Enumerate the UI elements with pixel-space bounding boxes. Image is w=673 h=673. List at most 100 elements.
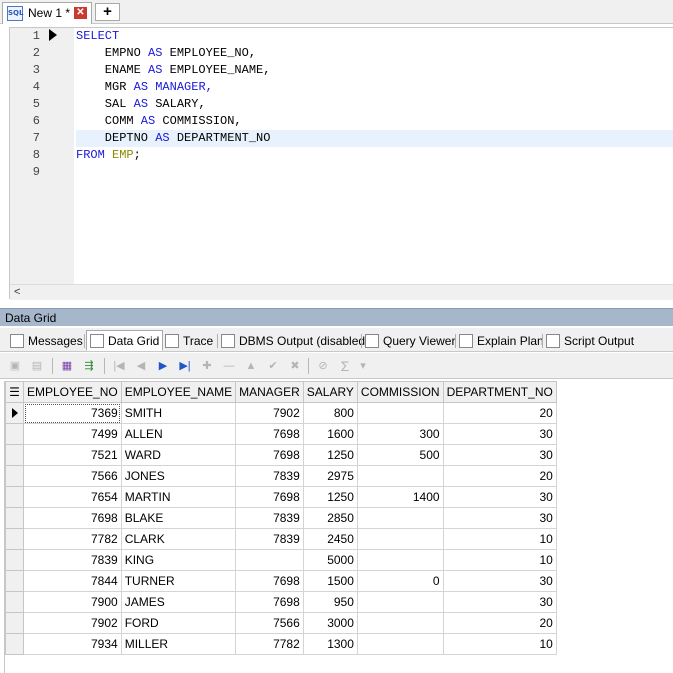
- row-selector[interactable]: [5, 549, 24, 571]
- grid-cell[interactable]: 30: [442, 423, 557, 445]
- grid-cell[interactable]: 30: [442, 570, 557, 592]
- column-header-employee-name[interactable]: EMPLOYEE_NAME: [120, 381, 237, 403]
- refresh-icon[interactable]: ⊘: [314, 357, 332, 375]
- grid-options-icon[interactable]: ▦: [58, 357, 76, 375]
- column-header-commission[interactable]: COMMISSION: [356, 381, 444, 403]
- table-row[interactable]: 7934 MILLER 7782 1300 10: [5, 633, 557, 655]
- table-row[interactable]: 7902 FORD 7566 3000 20: [5, 612, 557, 634]
- grid-cell[interactable]: 2850: [302, 507, 358, 529]
- grid-cell[interactable]: [356, 633, 444, 655]
- grid-cell[interactable]: MILLER: [120, 633, 237, 655]
- close-icon[interactable]: ✕: [74, 7, 87, 19]
- grid-cell[interactable]: 500: [356, 444, 444, 466]
- grid-corner-icon[interactable]: ☰: [5, 381, 24, 403]
- column-header-salary[interactable]: SALARY: [302, 381, 358, 403]
- grid-cell[interactable]: 1500: [302, 570, 358, 592]
- row-selector[interactable]: [5, 465, 24, 487]
- grid-cell[interactable]: 10: [442, 549, 557, 571]
- column-header-employee-no[interactable]: EMPLOYEE_NO: [23, 381, 122, 403]
- grid-cell[interactable]: 30: [442, 486, 557, 508]
- grid-cell[interactable]: 7698: [235, 570, 304, 592]
- tab-messages[interactable]: Messages: [10, 331, 83, 352]
- grid-cell[interactable]: [356, 549, 444, 571]
- grid-cell[interactable]: 3000: [302, 612, 358, 634]
- scroll-left-icon[interactable]: <: [14, 285, 20, 300]
- horizontal-scrollbar[interactable]: <: [10, 284, 673, 300]
- grid-cell[interactable]: 7499: [23, 423, 122, 445]
- grid-cell[interactable]: 950: [302, 591, 358, 613]
- grid-cell[interactable]: 7934: [23, 633, 122, 655]
- row-selector[interactable]: [5, 507, 24, 529]
- tab-script-output[interactable]: Script Output: [546, 331, 634, 352]
- grid-cell[interactable]: 1250: [302, 486, 358, 508]
- grid-cell[interactable]: 1250: [302, 444, 358, 466]
- grid-cell[interactable]: 7698: [235, 591, 304, 613]
- grid-cell[interactable]: SMITH: [120, 402, 237, 424]
- grid-cell[interactable]: 1300: [302, 633, 358, 655]
- grid-cell[interactable]: 7566: [23, 465, 122, 487]
- row-selector[interactable]: [5, 423, 24, 445]
- table-row[interactable]: 7521 WARD 7698 1250 500 30: [5, 444, 557, 466]
- table-row[interactable]: 7566 JONES 7839 2975 20: [5, 465, 557, 487]
- grid-cell[interactable]: [235, 549, 304, 571]
- grid-cell[interactable]: 2975: [302, 465, 358, 487]
- row-selector[interactable]: [5, 591, 24, 613]
- prior-record-icon[interactable]: ◀: [132, 357, 150, 375]
- grid-cell[interactable]: FORD: [120, 612, 237, 634]
- grid-cell[interactable]: 20: [442, 612, 557, 634]
- grid-cell[interactable]: 7900: [23, 591, 122, 613]
- grid-cell[interactable]: 300: [356, 423, 444, 445]
- last-record-icon[interactable]: ▶|: [176, 357, 194, 375]
- grid-cell[interactable]: 7902: [23, 612, 122, 634]
- grid-cell[interactable]: 7566: [235, 612, 304, 634]
- grid-cell[interactable]: 1400: [356, 486, 444, 508]
- grid-cell[interactable]: 30: [442, 591, 557, 613]
- edit-record-icon[interactable]: ▲: [242, 357, 260, 375]
- grid-cell[interactable]: ALLEN: [120, 423, 237, 445]
- row-selector[interactable]: [5, 570, 24, 592]
- tab-data-grid[interactable]: Data Grid: [86, 330, 164, 351]
- grid-cell[interactable]: 10: [442, 528, 557, 550]
- grid-cell[interactable]: 7654: [23, 486, 122, 508]
- grid-cell[interactable]: JONES: [120, 465, 237, 487]
- tab-trace[interactable]: Trace: [165, 331, 213, 352]
- column-header-manager[interactable]: MANAGER: [235, 381, 304, 403]
- grid-cell[interactable]: MARTIN: [120, 486, 237, 508]
- save-icon[interactable]: ▣: [6, 357, 24, 375]
- post-edit-icon[interactable]: ✔: [264, 357, 282, 375]
- tab-new-1[interactable]: SQL New 1 * ✕: [2, 2, 92, 24]
- grid-cell[interactable]: [356, 465, 444, 487]
- row-selector[interactable]: [5, 528, 24, 550]
- table-row[interactable]: 7369 SMITH 7902 800 20: [5, 402, 557, 424]
- row-selector[interactable]: [5, 612, 24, 634]
- new-tab-button[interactable]: +: [95, 3, 120, 21]
- column-header-department-no[interactable]: DEPARTMENT_NO: [442, 381, 557, 403]
- grid-cell[interactable]: 20: [442, 465, 557, 487]
- grid-cell[interactable]: [356, 507, 444, 529]
- grid-cell[interactable]: 7782: [235, 633, 304, 655]
- delete-record-icon[interactable]: —: [220, 357, 238, 375]
- grid-cell[interactable]: 7839: [235, 528, 304, 550]
- tab-dbms-output[interactable]: DBMS Output (disabled): [221, 331, 369, 352]
- table-row[interactable]: 7654 MARTIN 7698 1250 1400 30: [5, 486, 557, 508]
- first-record-icon[interactable]: |◀: [110, 357, 128, 375]
- grid-cell[interactable]: 7839: [23, 549, 122, 571]
- grid-cell[interactable]: 7698: [235, 486, 304, 508]
- grid-cell[interactable]: 7782: [23, 528, 122, 550]
- cancel-edit-icon[interactable]: ✖: [286, 357, 304, 375]
- table-row[interactable]: 7844 TURNER 7698 1500 0 30: [5, 570, 557, 592]
- sum-icon[interactable]: Σ: [336, 357, 354, 375]
- grid-cell[interactable]: BLAKE: [120, 507, 237, 529]
- grid-cell[interactable]: TURNER: [120, 570, 237, 592]
- table-row[interactable]: 7900 JAMES 7698 950 30: [5, 591, 557, 613]
- grid-cell[interactable]: 7698: [235, 444, 304, 466]
- grid-cell[interactable]: 30: [442, 444, 557, 466]
- grid-cell[interactable]: 0: [356, 570, 444, 592]
- grid-cell[interactable]: 7839: [235, 465, 304, 487]
- grid-cell[interactable]: 7521: [23, 444, 122, 466]
- grid-cell[interactable]: [356, 591, 444, 613]
- grid-cell[interactable]: 7839: [235, 507, 304, 529]
- grid-cell[interactable]: 7902: [235, 402, 304, 424]
- row-selector[interactable]: [5, 486, 24, 508]
- grid-cell[interactable]: JAMES: [120, 591, 237, 613]
